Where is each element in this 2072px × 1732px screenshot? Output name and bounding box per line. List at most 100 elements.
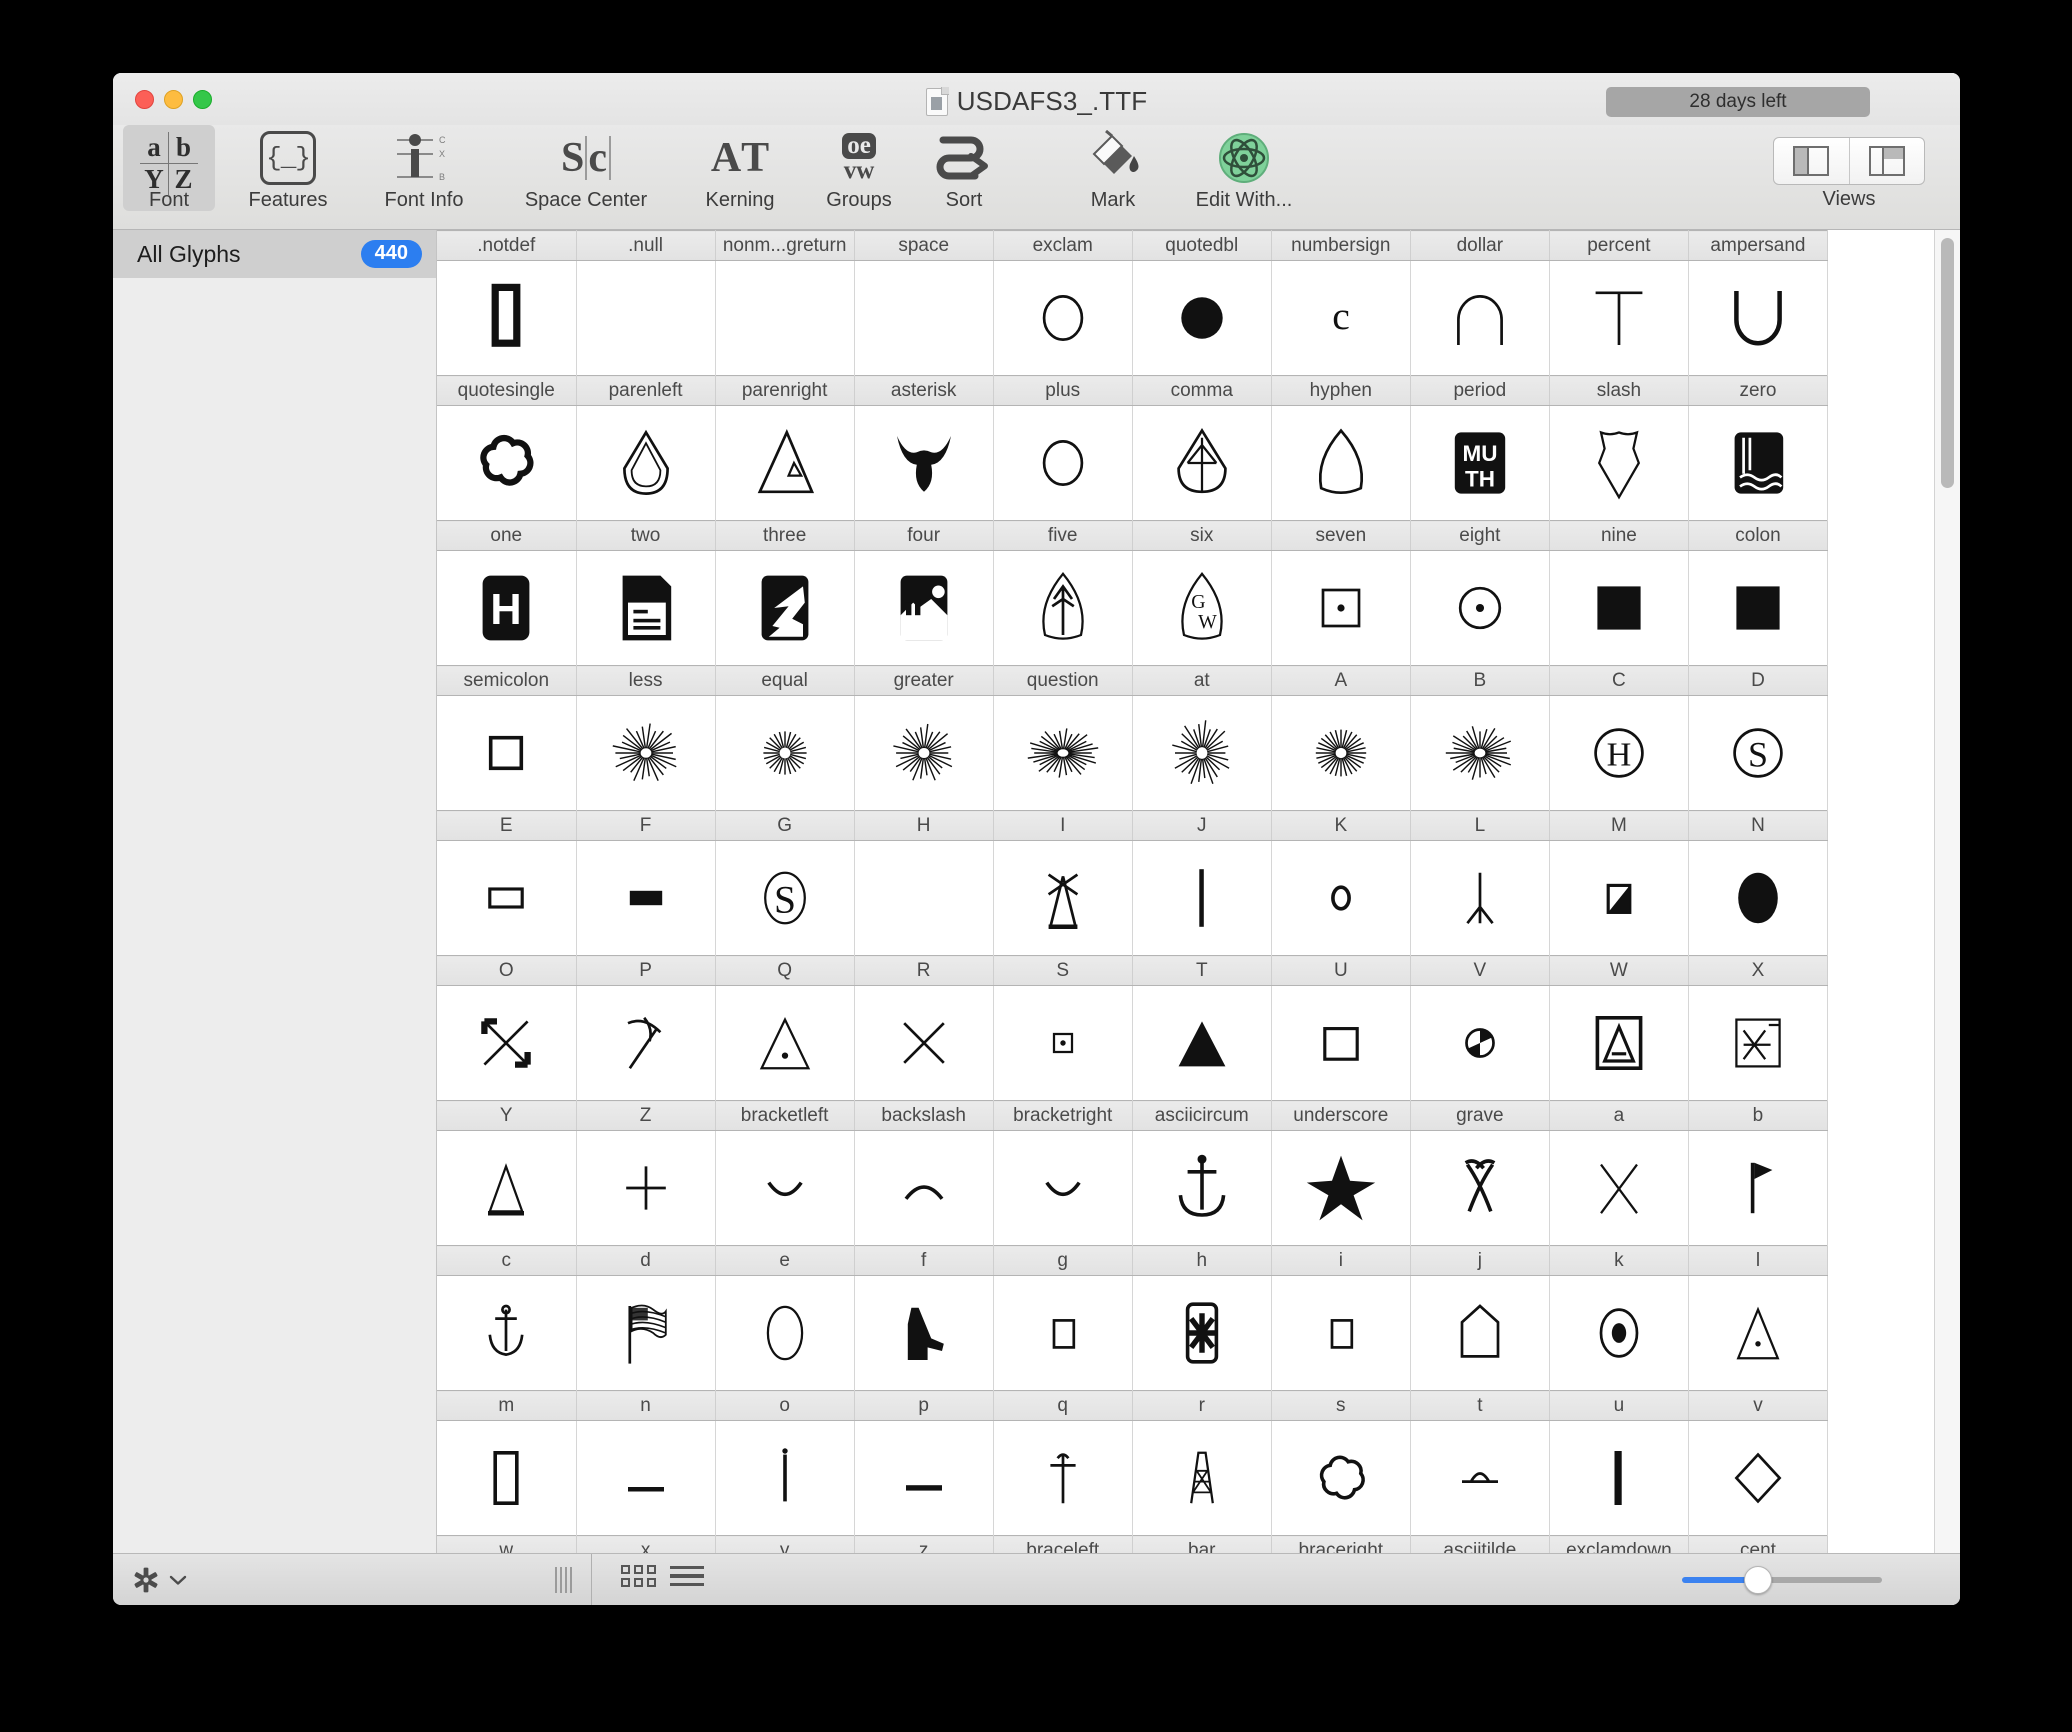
glyph-cell-nine[interactable] [1549, 550, 1689, 666]
glyph-cell-one[interactable]: H [437, 550, 577, 666]
glyph-cell-bracketright[interactable] [993, 1130, 1133, 1246]
glyph-cell-four[interactable] [854, 550, 994, 666]
glyph-cell-nonm...greturn[interactable] [715, 260, 855, 376]
glyph-cell-grave[interactable] [1410, 1130, 1550, 1246]
glyph-cell-h[interactable] [1132, 1275, 1272, 1391]
settings-menu-button[interactable] [133, 1567, 187, 1593]
glyph-cell-c[interactable] [437, 1275, 577, 1391]
vertical-scrollbar-thumb[interactable] [1941, 238, 1954, 488]
glyph-cell-g[interactable] [993, 1275, 1133, 1391]
views-segmented-control[interactable] [1773, 137, 1925, 185]
toolbar-item-sort[interactable]: Sort [918, 125, 1010, 211]
glyph-cell-hyphen[interactable] [1271, 405, 1411, 521]
glyph-cell-Q[interactable] [715, 985, 855, 1101]
glyph-cell-O[interactable] [437, 985, 577, 1101]
glyph-cell-D[interactable]: S [1688, 695, 1829, 811]
glyph-cell-b[interactable] [1688, 1130, 1829, 1246]
glyph-cell-quotedbl[interactable] [1132, 260, 1272, 376]
glyph-cell-e[interactable] [715, 1275, 855, 1391]
glyph-cell-X[interactable] [1688, 985, 1829, 1101]
glyph-grid-scroll-area[interactable]: .notdef .null nonm...greturn space exclam quo… [437, 230, 1934, 1553]
glyph-cell-F[interactable] [576, 840, 716, 956]
glyph-cell-d[interactable] [576, 1275, 716, 1391]
glyph-cell-H[interactable] [854, 840, 994, 956]
glyph-cell-j[interactable] [1410, 1275, 1550, 1391]
glyph-cell-r[interactable] [1132, 1420, 1272, 1536]
glyph-cell-Z[interactable] [576, 1130, 716, 1246]
glyph-cell-K[interactable] [1271, 840, 1411, 956]
glyph-cell-plus[interactable] [993, 405, 1133, 521]
glyph-cell-n[interactable] [576, 1420, 716, 1536]
glyph-cell-zero[interactable] [1688, 405, 1829, 521]
glyph-cell-period[interactable]: MU TH [1410, 405, 1550, 521]
glyph-cell-C[interactable]: H [1549, 695, 1689, 811]
glyph-cell-f[interactable] [854, 1275, 994, 1391]
glyph-cell-A[interactable] [1271, 695, 1411, 811]
glyph-cell-L[interactable] [1410, 840, 1550, 956]
glyph-cell-bracketleft[interactable] [715, 1130, 855, 1246]
glyph-cell-i[interactable] [1271, 1275, 1411, 1391]
glyph-cell-J[interactable] [1132, 840, 1272, 956]
glyph-cell-at[interactable] [1132, 695, 1272, 811]
glyph-cell-five[interactable] [993, 550, 1133, 666]
glyph-cell-l[interactable] [1688, 1275, 1829, 1391]
glyph-cell-k[interactable] [1549, 1275, 1689, 1391]
glyph-cell-I[interactable] [993, 840, 1133, 956]
glyph-cell-o[interactable] [715, 1420, 855, 1536]
zoom-slider[interactable] [1682, 1566, 1882, 1594]
glyph-cell-W[interactable] [1549, 985, 1689, 1101]
view-left-pane-icon[interactable] [1774, 138, 1849, 184]
trial-status-badge[interactable]: 28 days left [1606, 87, 1870, 117]
glyph-cell-T[interactable] [1132, 985, 1272, 1101]
toolbar-item-edit-with[interactable]: Edit With... [1151, 125, 1337, 211]
glyph-cell-P[interactable] [576, 985, 716, 1101]
glyph-cell-comma[interactable] [1132, 405, 1272, 521]
glyph-cell-E[interactable] [437, 840, 577, 956]
glyph-cell-colon[interactable] [1688, 550, 1829, 666]
glyph-cell-semicolon[interactable] [437, 695, 577, 811]
glyph-cell-Y[interactable] [437, 1130, 577, 1246]
glyph-cell-seven[interactable] [1271, 550, 1411, 666]
glyph-cell-asterisk[interactable] [854, 405, 994, 521]
glyph-cell-v[interactable] [1688, 1420, 1829, 1536]
glyph-cell-numbersign[interactable]: c [1271, 260, 1411, 376]
glyph-cell-parenright[interactable] [715, 405, 855, 521]
glyph-cell-percent[interactable] [1549, 260, 1689, 376]
glyph-cell-a[interactable] [1549, 1130, 1689, 1246]
glyph-cell-.notdef[interactable] [437, 260, 577, 376]
toolbar-item-features[interactable]: {_} Features [223, 125, 353, 211]
glyph-cell-question[interactable] [993, 695, 1133, 811]
glyph-cell-less[interactable] [576, 695, 716, 811]
glyph-cell-M[interactable] [1549, 840, 1689, 956]
glyph-cell-six[interactable]: GW [1132, 550, 1272, 666]
glyph-cell-t[interactable] [1410, 1420, 1550, 1536]
glyph-cell-p[interactable] [854, 1420, 994, 1536]
glyph-cell-greater[interactable] [854, 695, 994, 811]
toolbar-item-space-center[interactable]: Sc Space Center [493, 125, 679, 211]
glyph-cell-u[interactable] [1549, 1420, 1689, 1536]
glyph-cell-slash[interactable] [1549, 405, 1689, 521]
glyph-cell-s[interactable] [1271, 1420, 1411, 1536]
glyph-cell-space[interactable] [854, 260, 994, 376]
glyph-cell-S[interactable] [993, 985, 1133, 1101]
toolbar-item-kerning[interactable]: AT Kerning [680, 125, 800, 211]
grid-view-icon[interactable] [621, 1565, 656, 1587]
glyph-cell-equal[interactable] [715, 695, 855, 811]
glyph-cell-N[interactable] [1688, 840, 1829, 956]
glyph-cell-.null[interactable] [576, 260, 716, 376]
glyph-cell-parenleft[interactable] [576, 405, 716, 521]
glyph-cell-B[interactable] [1410, 695, 1550, 811]
glyph-cell-ampersand[interactable] [1688, 260, 1829, 376]
glyph-cell-eight[interactable] [1410, 550, 1550, 666]
glyph-cell-underscore[interactable] [1271, 1130, 1411, 1246]
view-top-right-icon[interactable] [1848, 138, 1925, 184]
glyph-cell-V[interactable] [1410, 985, 1550, 1101]
glyph-cell-exclam[interactable] [993, 260, 1133, 376]
toolbar-item-font-info[interactable]: C X B Font Info [356, 125, 492, 211]
glyph-cell-q[interactable] [993, 1420, 1133, 1536]
resize-grip-icon[interactable] [555, 1567, 572, 1593]
glyph-cell-dollar[interactable] [1410, 260, 1550, 376]
glyph-cell-two[interactable] [576, 550, 716, 666]
glyph-cell-G[interactable]: S [715, 840, 855, 956]
glyph-cell-three[interactable] [715, 550, 855, 666]
